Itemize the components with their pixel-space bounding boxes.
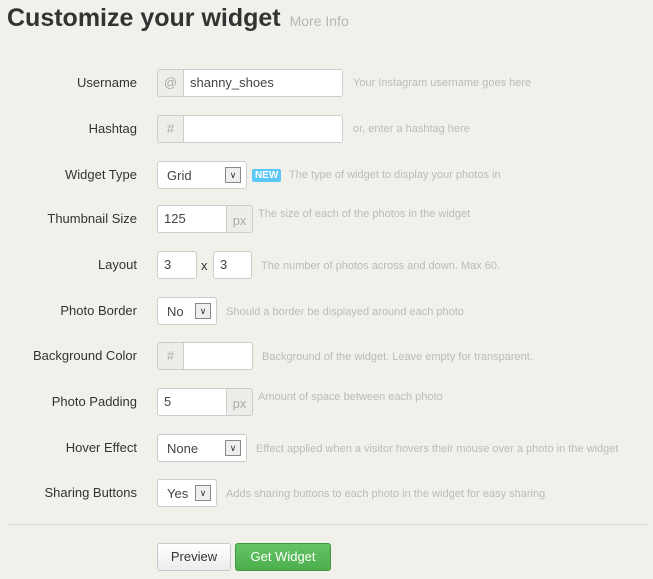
layout-separator: x bbox=[201, 258, 208, 273]
sharing-buttons-row: Sharing Buttons Yes ∨ Adds sharing button… bbox=[0, 479, 653, 507]
layout-cols-value: 3 bbox=[164, 257, 172, 272]
thumbnail-size-value: 125 bbox=[164, 211, 186, 226]
px-suffix: px bbox=[226, 388, 253, 416]
sharing-buttons-label: Sharing Buttons bbox=[44, 485, 137, 500]
photo-border-label: Photo Border bbox=[60, 303, 137, 318]
hover-effect-row: Hover Effect None ∨ Effect applied when a… bbox=[0, 434, 653, 462]
hover-effect-value: None bbox=[167, 441, 199, 456]
new-badge: NEW bbox=[252, 169, 282, 182]
hover-effect-label: Hover Effect bbox=[65, 440, 137, 455]
background-color-label: Background Color bbox=[32, 348, 137, 363]
layout-cols-input[interactable]: 3 bbox=[157, 251, 197, 279]
get-widget-button[interactable]: Get Widget bbox=[235, 543, 331, 571]
hash-icon: # bbox=[157, 342, 184, 370]
chevron-down-icon: ∨ bbox=[225, 167, 241, 183]
background-color-input[interactable] bbox=[183, 342, 253, 370]
chevron-down-icon: ∨ bbox=[225, 440, 241, 456]
hashtag-hint: or, enter a hashtag here bbox=[353, 123, 470, 135]
photo-border-select[interactable]: No ∨ bbox=[157, 297, 217, 325]
hashtag-row: Hashtag # or, enter a hashtag here bbox=[0, 115, 653, 143]
username-input[interactable]: shanny_shoes bbox=[183, 69, 343, 97]
layout-hint: The number of photos across and down. Ma… bbox=[261, 260, 501, 272]
username-label: Username bbox=[77, 75, 137, 90]
chevron-down-icon: ∨ bbox=[195, 303, 211, 319]
at-icon: @ bbox=[157, 69, 184, 97]
layout-rows-value: 3 bbox=[220, 257, 228, 272]
photo-border-value: No bbox=[167, 304, 184, 319]
background-color-row: Background Color # Background of the wid… bbox=[0, 342, 653, 370]
widget-type-hint: The type of widget to display your photo… bbox=[289, 169, 501, 181]
hashtag-label: Hashtag bbox=[88, 121, 137, 136]
sharing-buttons-hint: Adds sharing buttons to each photo in th… bbox=[226, 488, 546, 500]
sharing-buttons-value: Yes bbox=[167, 486, 189, 501]
preview-button[interactable]: Preview bbox=[157, 543, 231, 571]
photo-padding-row: Photo Padding 5 px Amount of space betwe… bbox=[0, 388, 653, 416]
divider bbox=[8, 524, 647, 525]
photo-border-row: Photo Border No ∨ Should a border be disp… bbox=[0, 297, 653, 325]
username-value: shanny_shoes bbox=[190, 75, 274, 90]
username-hint: Your Instagram username goes here bbox=[353, 77, 532, 89]
thumbnail-size-row: Thumbnail Size 125 px The size of each o… bbox=[0, 205, 653, 233]
px-suffix: px bbox=[226, 205, 253, 233]
background-color-hint: Background of the widget. Leave empty fo… bbox=[262, 351, 533, 363]
photo-padding-input[interactable]: 5 bbox=[157, 388, 228, 416]
widget-type-label: Widget Type bbox=[64, 167, 137, 182]
layout-label: Layout bbox=[97, 257, 137, 272]
chevron-down-icon: ∨ bbox=[195, 485, 211, 501]
photo-padding-hint: Amount of space between each photo bbox=[258, 391, 443, 403]
widget-type-value: Grid bbox=[167, 168, 192, 183]
hash-icon: # bbox=[157, 115, 184, 143]
hover-effect-hint: Effect applied when a visitor hovers the… bbox=[256, 443, 619, 455]
username-row: Username @ shanny_shoes Your Instagram u… bbox=[0, 69, 653, 97]
photo-padding-label: Photo Padding bbox=[51, 394, 137, 409]
thumbnail-size-label: Thumbnail Size bbox=[47, 211, 137, 226]
sharing-buttons-select[interactable]: Yes ∨ bbox=[157, 479, 217, 507]
photo-padding-value: 5 bbox=[164, 394, 172, 409]
page-title-text: Customize your widget bbox=[7, 4, 281, 32]
thumbnail-size-hint: The size of each of the photos in the wi… bbox=[258, 208, 471, 220]
hashtag-input[interactable] bbox=[183, 115, 343, 143]
thumbnail-size-input[interactable]: 125 bbox=[157, 205, 228, 233]
more-info-link[interactable]: More Info bbox=[290, 13, 349, 29]
photo-border-hint: Should a border be displayed around each… bbox=[226, 306, 464, 318]
hover-effect-select[interactable]: None ∨ bbox=[157, 434, 247, 462]
widget-type-select[interactable]: Grid ∨ bbox=[157, 161, 247, 189]
widget-type-row: Widget Type Grid ∨ NEW The type of widget… bbox=[0, 161, 653, 189]
layout-row: Layout 3 x 3 The number of photos across… bbox=[0, 251, 653, 279]
page-title: Customize your widget More Info bbox=[7, 4, 349, 33]
layout-rows-input[interactable]: 3 bbox=[213, 251, 252, 279]
